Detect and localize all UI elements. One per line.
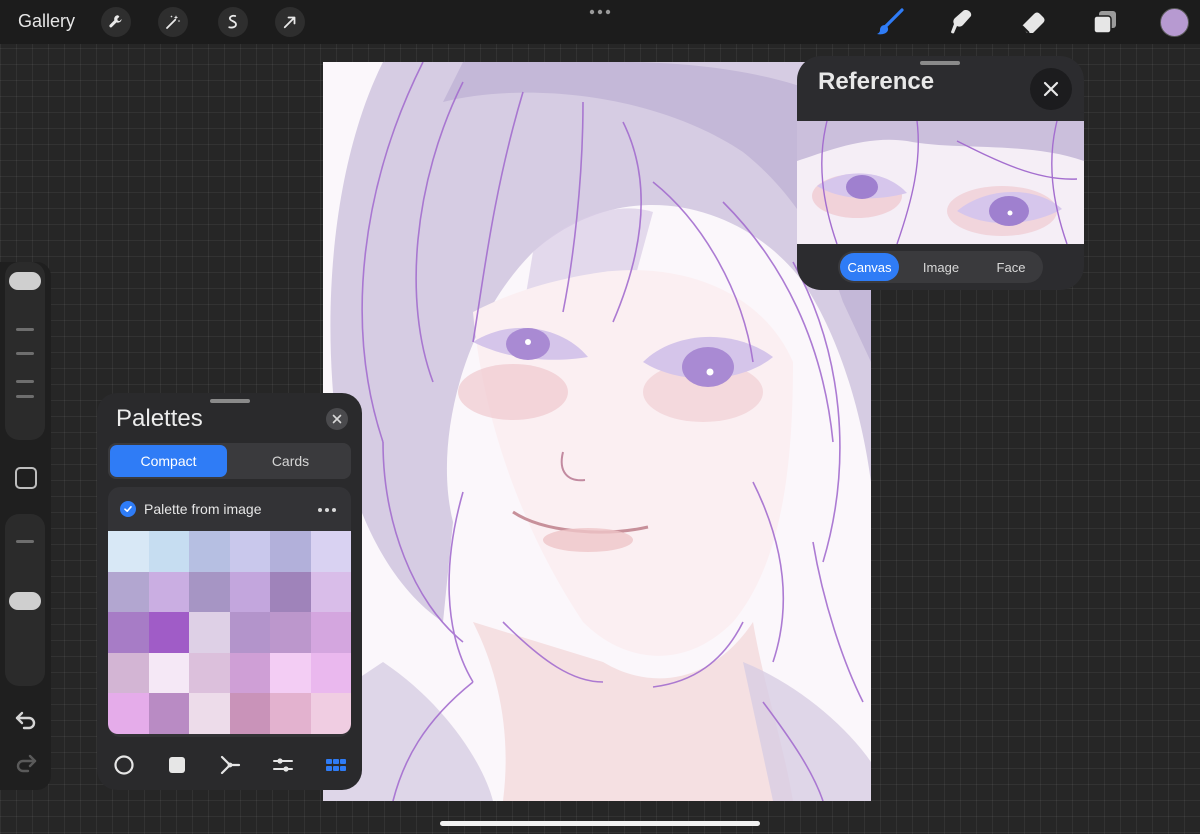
current-color-swatch[interactable] <box>1160 8 1189 37</box>
value-icon[interactable] <box>271 753 295 777</box>
palettes-drag-handle[interactable] <box>210 399 250 403</box>
color-swatch[interactable] <box>229 652 270 694</box>
default-palette-check-icon[interactable] <box>120 501 136 517</box>
close-icon <box>332 414 342 424</box>
close-icon <box>1043 81 1059 97</box>
slider-tick <box>16 380 34 383</box>
swatch-grid <box>108 531 351 734</box>
color-mode-bar <box>97 753 362 777</box>
color-swatch[interactable] <box>148 693 189 734</box>
reference-panel: Reference Canvas Image Face <box>797 56 1084 290</box>
color-swatch[interactable] <box>108 612 149 653</box>
top-toolbar: Gallery <box>0 0 1200 44</box>
gallery-button[interactable]: Gallery <box>18 11 75 32</box>
color-swatch[interactable] <box>310 571 351 613</box>
layers-icon[interactable] <box>1089 6 1121 38</box>
color-swatch[interactable] <box>108 693 149 734</box>
tab-image[interactable]: Image <box>910 253 972 281</box>
color-swatch[interactable] <box>148 652 189 694</box>
undo-icon[interactable] <box>13 707 39 733</box>
more-options-icon[interactable] <box>588 8 612 16</box>
palettes-title: Palettes <box>116 405 203 432</box>
color-swatch[interactable] <box>310 652 351 694</box>
color-swatch[interactable] <box>189 531 230 572</box>
brush-size-slider[interactable] <box>5 262 45 440</box>
reference-mode-tabs: Canvas Image Face <box>838 251 1043 283</box>
harmony-icon[interactable] <box>218 753 242 777</box>
opacity-slider[interactable] <box>5 514 45 686</box>
slider-tick <box>16 540 34 543</box>
tab-face[interactable]: Face <box>981 253 1041 281</box>
tab-cards[interactable]: Cards <box>232 445 349 477</box>
reference-preview-art <box>797 121 1084 244</box>
color-swatch[interactable] <box>108 652 149 694</box>
palettes-icon[interactable] <box>324 753 348 777</box>
brush-size-thumb[interactable] <box>9 272 41 290</box>
wrench-icon[interactable] <box>101 7 131 37</box>
color-swatch[interactable] <box>189 571 230 613</box>
slider-tick <box>16 352 34 355</box>
color-swatch[interactable] <box>229 571 270 613</box>
opacity-thumb[interactable] <box>9 592 41 610</box>
reference-drag-handle[interactable] <box>920 61 960 65</box>
tab-compact[interactable]: Compact <box>110 445 227 477</box>
palette-more-icon[interactable] <box>317 507 337 513</box>
magic-wand-icon[interactable] <box>158 7 188 37</box>
color-swatch[interactable] <box>270 531 311 572</box>
redo-icon[interactable] <box>13 750 39 776</box>
color-swatch[interactable] <box>310 693 351 734</box>
color-swatch[interactable] <box>229 612 270 653</box>
disc-icon[interactable] <box>112 753 136 777</box>
color-swatch[interactable] <box>108 531 149 572</box>
reference-title: Reference <box>818 68 935 95</box>
slider-tick <box>16 395 34 398</box>
palettes-close-button[interactable] <box>326 408 348 430</box>
palette-name: Palette from image <box>144 501 262 517</box>
color-swatch[interactable] <box>270 612 311 653</box>
drawing-canvas[interactable] <box>323 62 871 801</box>
tab-canvas[interactable]: Canvas <box>840 253 899 281</box>
palettes-view-tabs: Compact Cards <box>108 443 351 479</box>
color-swatch[interactable] <box>148 531 189 572</box>
color-swatch[interactable] <box>229 693 270 734</box>
reference-preview <box>797 121 1084 244</box>
palette-card: Palette from image <box>108 487 351 737</box>
color-swatch[interactable] <box>229 531 270 572</box>
slider-tick <box>16 328 34 331</box>
color-swatch[interactable] <box>310 531 351 572</box>
transform-arrow-icon[interactable] <box>275 7 305 37</box>
selection-icon[interactable] <box>218 7 248 37</box>
reference-close-button[interactable] <box>1030 68 1072 110</box>
color-swatch[interactable] <box>148 571 189 613</box>
smudge-icon[interactable] <box>946 6 978 38</box>
left-sidebar <box>0 262 51 790</box>
color-swatch[interactable] <box>270 693 311 734</box>
color-swatch[interactable] <box>189 693 230 734</box>
color-swatch[interactable] <box>310 612 351 653</box>
color-swatch[interactable] <box>189 652 230 694</box>
classic-icon[interactable] <box>165 753 189 777</box>
eraser-icon[interactable] <box>1017 6 1049 38</box>
square-modify-icon[interactable] <box>15 467 37 489</box>
color-swatch[interactable] <box>148 612 189 653</box>
brush-icon[interactable] <box>874 6 906 38</box>
artwork-illustration <box>323 62 871 801</box>
palettes-panel: Palettes Compact Cards Palette from imag… <box>97 393 362 790</box>
color-swatch[interactable] <box>270 571 311 613</box>
home-indicator[interactable] <box>440 821 760 826</box>
color-swatch[interactable] <box>270 652 311 694</box>
color-swatch[interactable] <box>189 612 230 653</box>
color-swatch[interactable] <box>108 571 149 613</box>
